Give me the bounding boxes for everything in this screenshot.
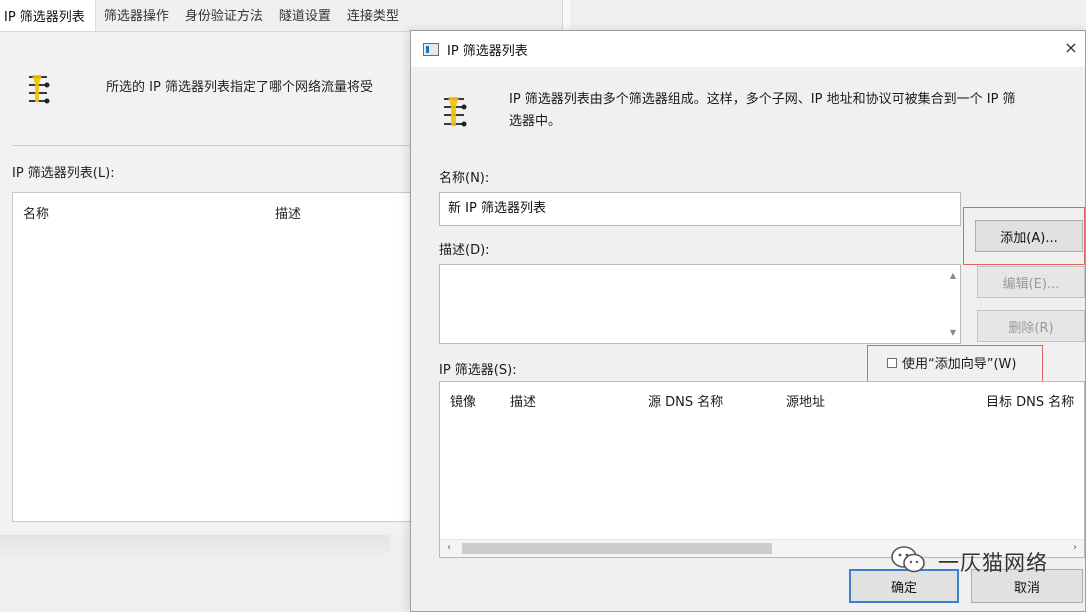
window-icon xyxy=(423,42,439,56)
delete-button[interactable]: 删除(R) xyxy=(977,310,1085,342)
column-header-destination-dns-name[interactable]: 目标 DNS 名称 xyxy=(986,391,1074,410)
column-header-source-dns-name[interactable]: 源 DNS 名称 xyxy=(648,391,723,410)
name-input[interactable]: 新 IP 筛选器列表 xyxy=(439,192,961,226)
intro-line-1: IP 筛选器列表由多个筛选器组成。这样，多个子网、IP 地址和协议可被集合到一个… xyxy=(509,92,1016,107)
column-header-source-address[interactable]: 源地址 xyxy=(786,391,825,410)
use-add-wizard-label[interactable]: 使用“添加向导”(W) xyxy=(902,353,1016,372)
use-add-wizard-checkbox[interactable]: 使用“添加向导”(W) xyxy=(887,353,1016,372)
name-label: 名称(N): xyxy=(439,171,490,186)
ip-filter-list-table[interactable]: 名称 描述 xyxy=(12,192,412,522)
background-description: 所选的 IP 筛选器列表指定了哪个网络流量将受 xyxy=(106,80,373,95)
tab-filter-action[interactable]: 筛选器操作 xyxy=(96,5,177,31)
tab-authentication-methods[interactable]: 身份验证方法 xyxy=(177,5,271,31)
intro-line-2: 选器中。 xyxy=(509,114,562,129)
tab-ip-filter-list[interactable]: IP 筛选器列表 xyxy=(0,0,96,31)
ip-filter-list-label: IP 筛选器列表(L): xyxy=(12,166,115,181)
scrollbar-thumb[interactable] xyxy=(462,543,772,554)
ip-filters-table[interactable]: 镜像 描述 源 DNS 名称 源地址 目标 DNS 名称 ‹ › xyxy=(439,381,1085,558)
description-textarea[interactable]: ▲ ▼ xyxy=(439,264,961,344)
column-header-description[interactable]: 描述 xyxy=(510,391,536,410)
close-icon[interactable]: × xyxy=(1063,39,1079,57)
column-header-description[interactable]: 描述 xyxy=(275,203,301,222)
background-window-edge xyxy=(0,535,390,559)
add-button[interactable]: 添加(A)... xyxy=(975,220,1083,252)
filter-list-icon xyxy=(26,72,52,110)
watermark-text: 一仄猫网络 xyxy=(938,551,1048,575)
background-tab-bar: IP 筛选器列表 筛选器操作 身份验证方法 隧道设置 连接类型 xyxy=(0,0,560,32)
checkbox-box[interactable] xyxy=(887,357,897,368)
filter-list-icon xyxy=(441,94,469,134)
scroll-up-icon[interactable]: ▲ xyxy=(950,271,956,280)
scroll-left-icon[interactable]: ‹ xyxy=(447,542,451,553)
dialog-titlebar[interactable]: IP 筛选器列表 × xyxy=(411,31,1085,67)
tab-connection-type[interactable]: 连接类型 xyxy=(339,5,407,31)
scroll-down-icon[interactable]: ▼ xyxy=(950,328,956,337)
scroll-right-icon[interactable]: › xyxy=(1073,542,1077,553)
column-header-mirrored[interactable]: 镜像 xyxy=(450,391,476,410)
description-label: 描述(D): xyxy=(439,243,490,258)
wechat-icon xyxy=(890,545,926,579)
edit-button[interactable]: 编辑(E)... xyxy=(977,266,1085,298)
dialog-title: IP 筛选器列表 xyxy=(447,43,528,59)
tab-tunnel-settings[interactable]: 隧道设置 xyxy=(271,5,339,31)
column-header-name[interactable]: 名称 xyxy=(23,203,49,222)
ip-filter-list-dialog: IP 筛选器列表 × IP 筛选器列表由多个筛选器组成。这样，多个子网、IP 地… xyxy=(410,30,1086,612)
watermark: 一仄猫网络 xyxy=(890,545,1048,579)
ip-filters-label: IP 筛选器(S): xyxy=(439,363,517,378)
dialog-intro-text: IP 筛选器列表由多个筛选器组成。这样，多个子网、IP 地址和协议可被集合到一个… xyxy=(509,89,1085,133)
